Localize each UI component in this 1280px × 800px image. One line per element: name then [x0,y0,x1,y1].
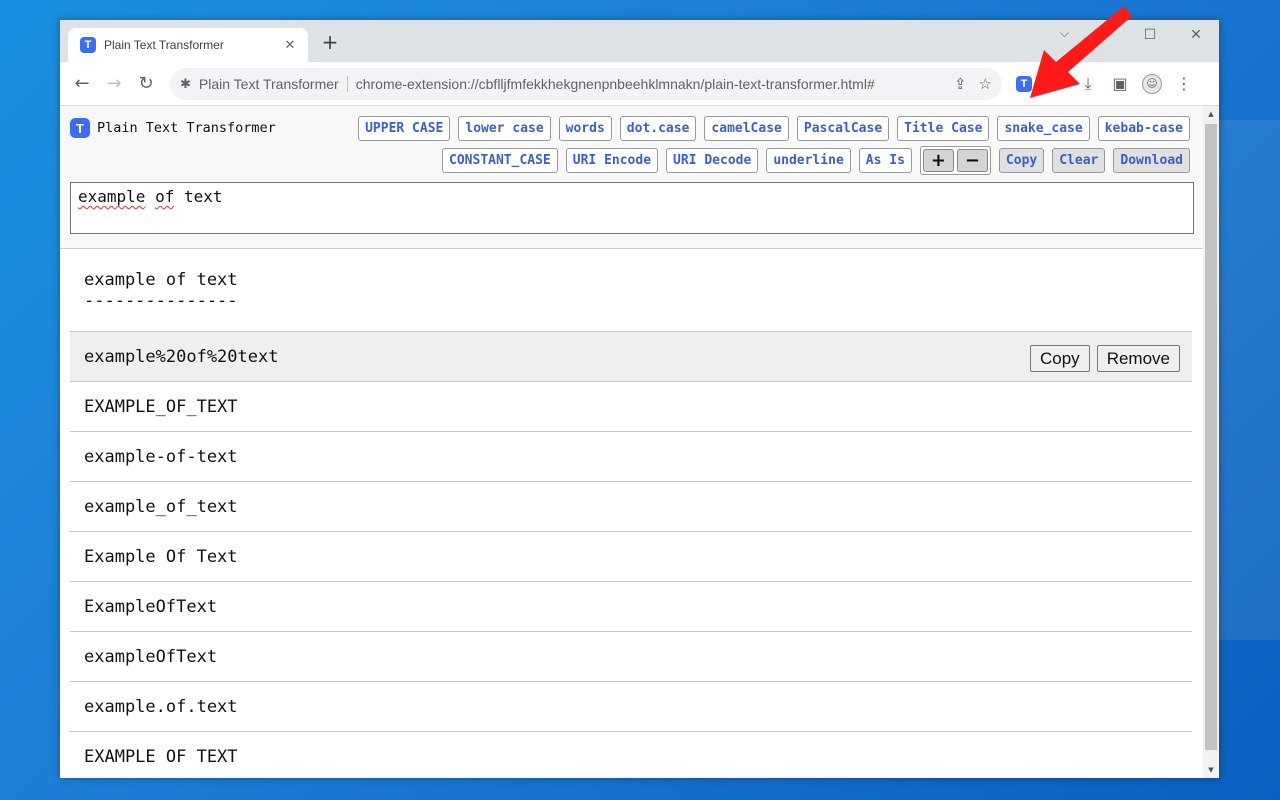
download-button[interactable]: Download [1113,148,1190,173]
kebab-case-button[interactable]: kebab-case [1097,116,1190,141]
list-item: EXAMPLE_OF_TEXT [70,382,1192,432]
close-icon[interactable]: ✕ [282,38,298,53]
list-item: example.of.text [70,682,1192,732]
app-title: Plain Text Transformer [97,120,276,136]
puzzle-icon: ✱ [180,75,191,91]
omnibox-site-name: Plain Text Transformer [199,75,348,92]
scroll-down-icon[interactable]: ▼ [1203,762,1219,778]
snake-case-button[interactable]: snake_case [997,116,1090,141]
input-word: example [78,187,146,206]
uri-encode-button[interactable]: URI Encode [565,148,659,173]
result-text: EXAMPLE_OF_TEXT [84,396,238,417]
page-content: T Plain Text Transformer UPPER CASE lowe… [60,106,1203,778]
list-item: Example Of Text [70,532,1192,582]
browser-window: T Plain Text Transformer ✕ + ⌵ — ☐ ✕ ← →… [60,20,1219,778]
result-text: EXAMPLE OF TEXT [84,746,238,767]
result-text: example.of.text [84,696,238,717]
row-copy-button[interactable]: Copy [1030,345,1090,372]
lower-case-button[interactable]: lower case [458,116,551,141]
share-icon[interactable]: ⇪ [954,75,967,93]
result-text: example of text [84,270,238,290]
zoom-in-button[interactable]: + [922,149,954,172]
list-item: example%20of%20text Copy Remove [70,332,1192,382]
omnibox-url[interactable]: chrome-extension://cbflljfmfekkhekgnenpn… [356,76,942,92]
profile-avatar[interactable]: ☺ [1136,68,1168,100]
app-logo: T Plain Text Transformer [70,118,276,138]
star-icon[interactable]: ☆ [979,75,992,93]
clear-button[interactable]: Clear [1052,148,1106,173]
reload-icon[interactable]: ↻ [130,68,162,100]
result-underline: --------------- [84,291,238,311]
back-icon[interactable]: ← [66,68,98,100]
list-item: ExampleOfText [70,582,1192,632]
tab-favicon-icon: T [80,37,96,53]
copy-all-button[interactable]: Copy [998,148,1045,173]
dot-case-button[interactable]: dot.case [619,116,697,141]
row-remove-button[interactable]: Remove [1096,345,1180,372]
list-item: exampleOfText [70,632,1192,682]
title-case-button[interactable]: Title Case [897,116,990,141]
list-item: EXAMPLE OF TEXT [70,732,1192,778]
as-is-button[interactable]: As Is [858,148,912,173]
list-item: example of text --------------- [70,250,1192,332]
scroll-up-icon[interactable]: ▲ [1203,106,1219,122]
constant-case-button[interactable]: CONSTANT_CASE [442,148,558,173]
result-text: example%20of%20text [84,346,279,367]
input-word: of [155,187,175,206]
close-window-icon[interactable]: ✕ [1173,20,1219,50]
results-list: example of text --------------- example%… [70,250,1192,778]
camel-case-button[interactable]: camelCase [704,116,789,141]
scroll-thumb[interactable] [1205,124,1217,750]
app-header: T Plain Text Transformer UPPER CASE lowe… [60,106,1203,249]
new-tab-button[interactable]: + [320,32,340,52]
result-text: example-of-text [84,446,238,467]
tab-title: Plain Text Transformer [104,38,224,52]
pascal-case-button[interactable]: PascalCase [796,116,890,141]
result-text: example_of_text [84,496,238,517]
transform-buttons-row1: UPPER CASE lower case words dot.case cam… [358,116,1190,141]
transform-buttons-row2: CONSTANT_CASE URI Encode URI Decode unde… [442,146,1190,175]
uri-decode-button[interactable]: URI Decode [666,148,759,173]
row-actions: Copy Remove [1030,345,1180,372]
app-logo-icon: T [70,118,90,138]
forward-icon[interactable]: → [98,68,130,100]
words-button[interactable]: words [558,116,612,141]
address-bar[interactable]: ✱ Plain Text Transformer chrome-extensio… [170,67,1002,100]
zoom-out-button[interactable]: − [956,149,988,172]
result-text: ExampleOfText [84,596,218,617]
list-item: example_of_text [70,482,1192,532]
page-scrollbar[interactable]: ▲ ▼ [1203,106,1219,778]
tab-plain-text-transformer[interactable]: T Plain Text Transformer ✕ [68,28,308,62]
input-word: text [183,187,223,206]
red-arrow-icon [1030,6,1132,98]
zoom-controls: + − [919,146,991,175]
text-input[interactable]: example of text [70,182,1194,234]
underline-button[interactable]: underline [766,148,851,173]
menu-icon[interactable]: ⋮ [1168,68,1200,100]
result-text: exampleOfText [84,646,218,667]
list-item: example-of-text [70,432,1192,482]
upper-case-button[interactable]: UPPER CASE [358,116,451,141]
result-text: Example Of Text [84,546,238,567]
